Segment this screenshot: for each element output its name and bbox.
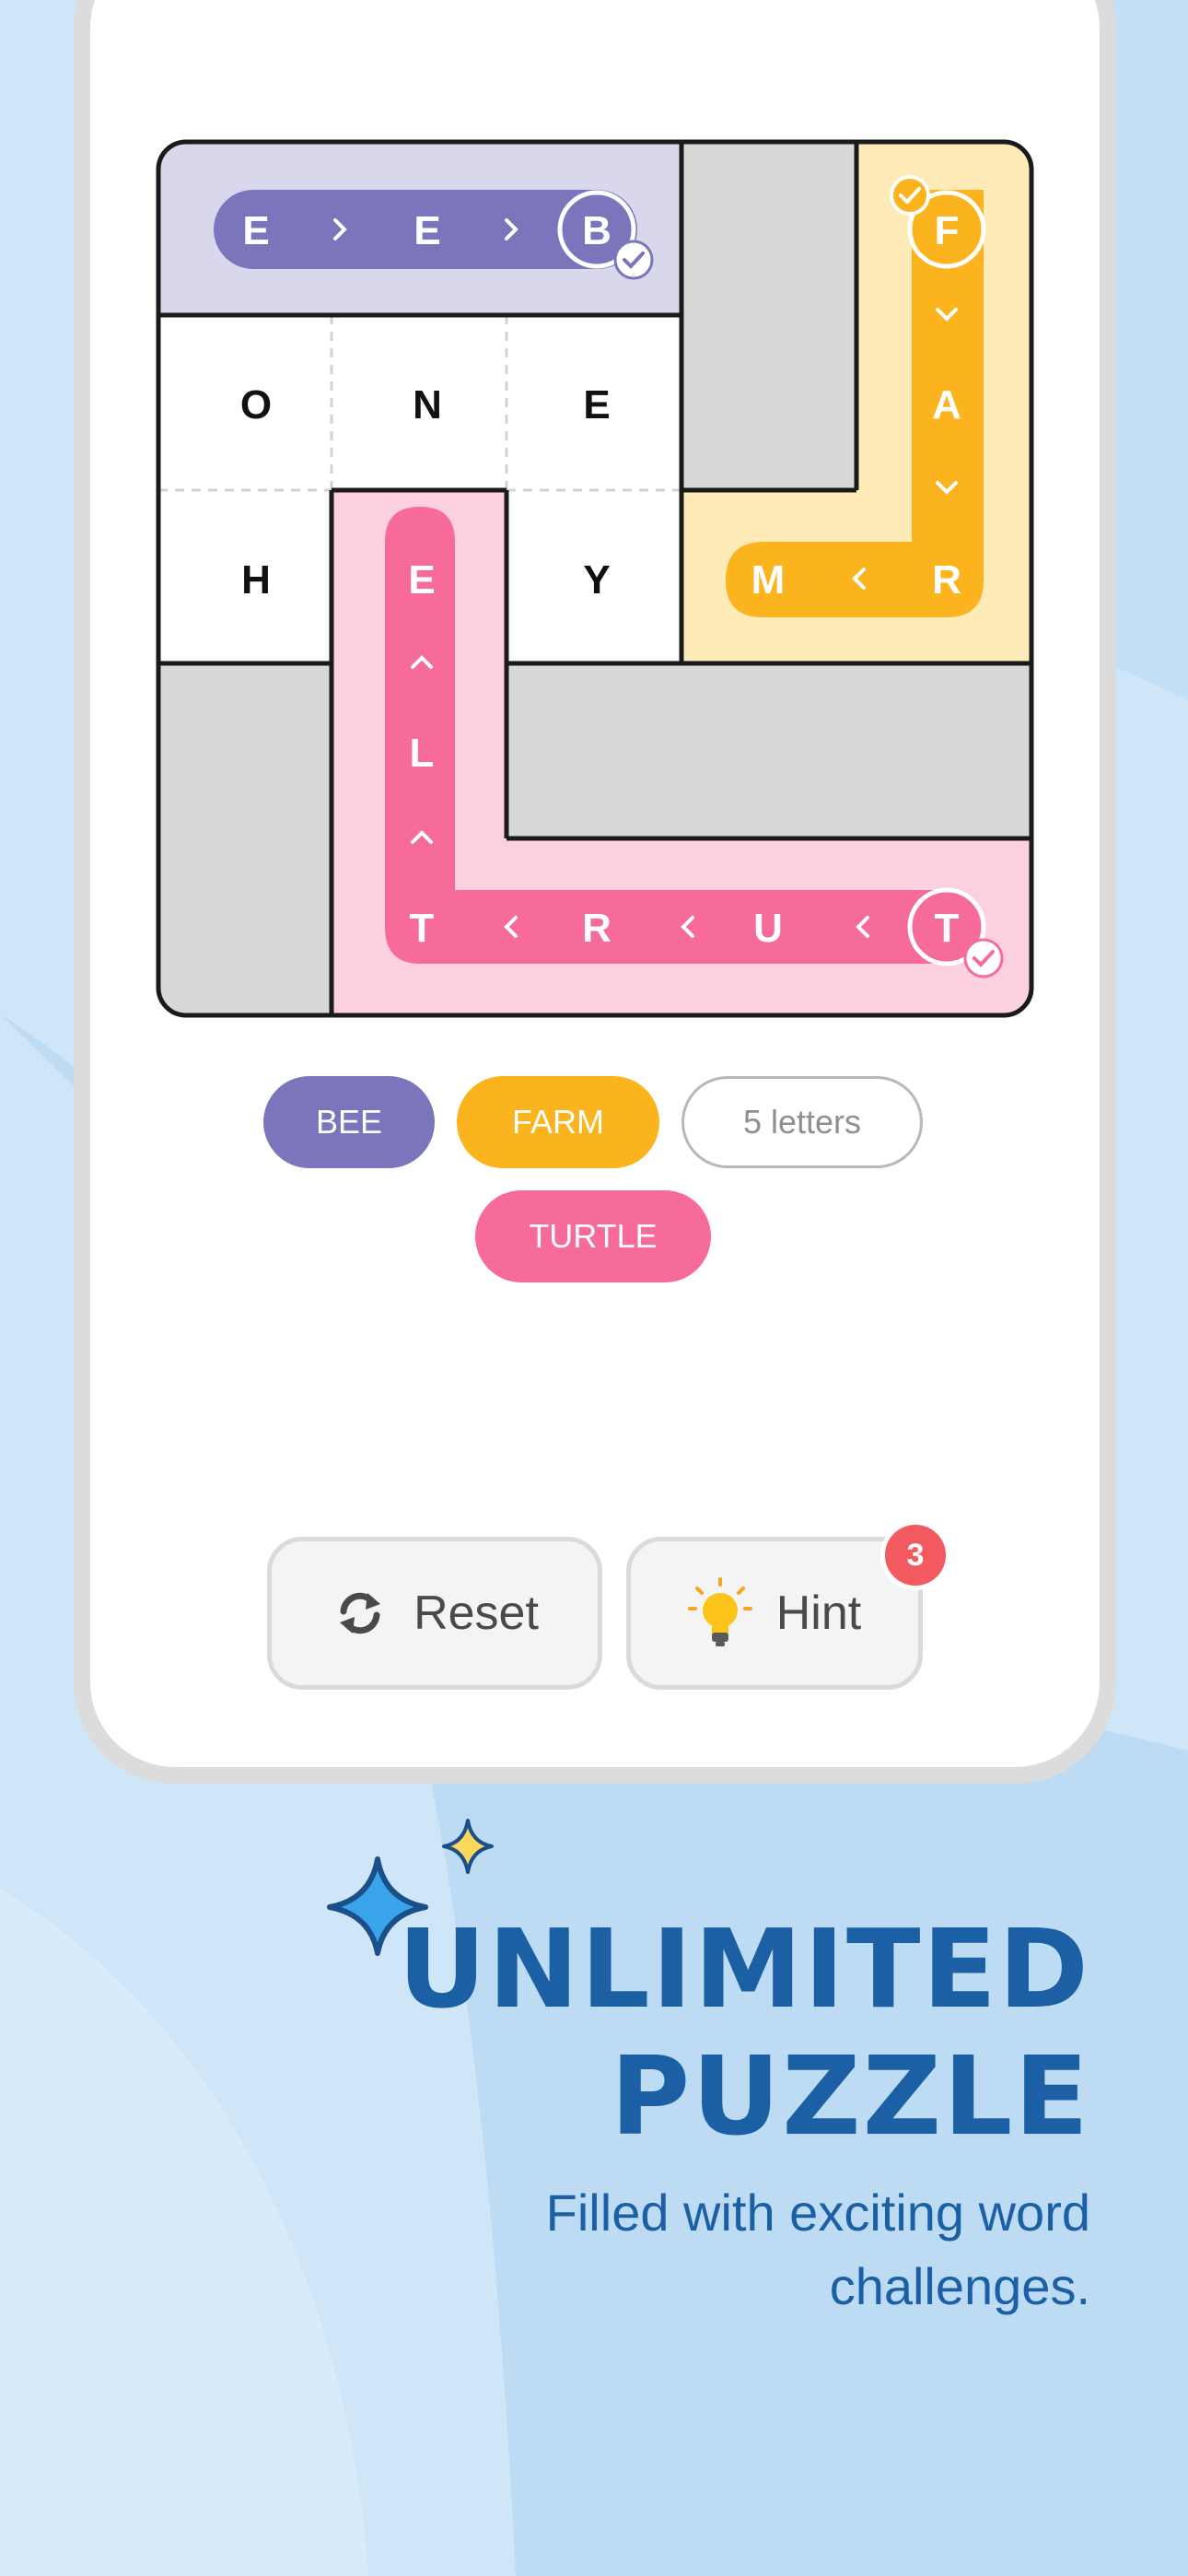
cell-letter: U (753, 906, 783, 951)
cell-letter: E (242, 208, 269, 253)
hint-label: Hint (775, 1587, 862, 1640)
headline-line-2: PUZZLE (610, 2032, 1090, 2160)
check-icon (963, 938, 1004, 978)
reset-label: Reset (413, 1587, 539, 1640)
check-icon (613, 240, 654, 280)
cell-letter: L (410, 731, 435, 776)
cell-letter: R (582, 906, 611, 951)
chip-unsolved: 5 letters (681, 1076, 923, 1168)
reset-button[interactable]: Reset (267, 1537, 602, 1690)
cell-letter: M (751, 557, 786, 603)
cell-letter[interactable]: N (413, 382, 442, 427)
cell-letter: R (932, 557, 961, 603)
cell-letter: A (932, 382, 961, 427)
hint-count-badge: 3 (880, 1520, 950, 1590)
cell-letter[interactable]: E (583, 382, 610, 427)
chip-bee: BEE (263, 1076, 435, 1168)
hint-button[interactable]: Hint (626, 1537, 923, 1690)
blocked-cell (681, 142, 856, 490)
chip-turtle: TURTLE (475, 1190, 711, 1282)
cell-letter: E (413, 208, 440, 253)
cell-letter: E (408, 557, 435, 603)
cell-letter: T (935, 906, 960, 951)
cell-letter: T (410, 906, 435, 951)
lightbulb-icon (687, 1577, 752, 1646)
blocked-cell (158, 663, 333, 1015)
promo-subtitle: Filled with exciting word challenges. (545, 2184, 1090, 2315)
chip-farm: FARM (457, 1076, 659, 1168)
check-icon (890, 175, 930, 216)
refresh-icon (340, 1592, 381, 1634)
cell-letter: B (582, 208, 611, 253)
cell-letter[interactable]: Y (583, 557, 610, 603)
promo-headline: UNLIMITED PUZZLE (398, 1905, 1090, 2160)
cell-letter[interactable]: H (241, 557, 271, 603)
headline-line-1: UNLIMITED (397, 1905, 1090, 2032)
blocked-cell (507, 663, 1031, 838)
cell-letter: F (935, 208, 960, 253)
puzzle-board[interactable]: E E B F A R M T U R T L E O N E H Y (155, 138, 1035, 1019)
cell-letter[interactable]: O (240, 382, 272, 427)
